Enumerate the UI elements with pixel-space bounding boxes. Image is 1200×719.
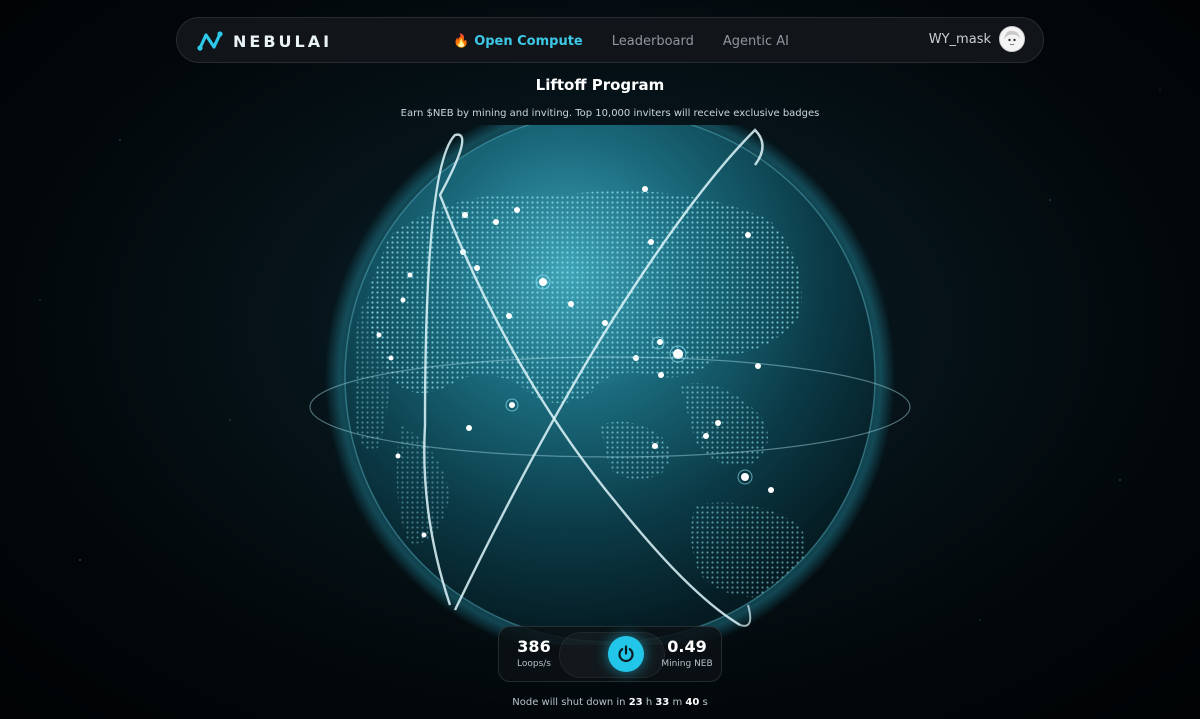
page-subtitle: Earn $NEB by mining and inviting. Top 10… xyxy=(400,108,820,119)
nav-open-compute[interactable]: 🔥 Open Compute xyxy=(453,34,583,49)
nebulai-logo-icon xyxy=(197,31,223,51)
user-menu[interactable]: WY_mask xyxy=(929,26,1025,52)
page-title: Liftoff Program xyxy=(535,76,665,94)
loops-value: 386 xyxy=(517,637,551,656)
power-button[interactable] xyxy=(608,636,644,672)
countdown-m: m xyxy=(672,697,683,708)
countdown-s: s xyxy=(702,697,708,708)
brand-name: NEBULAI xyxy=(233,31,333,51)
nav-open-compute-label: Open Compute xyxy=(474,33,583,49)
globe-visualization xyxy=(309,125,911,645)
nav-leaderboard-label: Leaderboard xyxy=(611,33,694,49)
mining-label: Mining NEB xyxy=(661,659,713,669)
nav-leaderboard[interactable]: Leaderboard xyxy=(612,34,694,49)
loops-stat: 386 Loops/s xyxy=(509,637,559,669)
mining-stat: 0.49 Mining NEB xyxy=(657,637,717,669)
countdown-hours: 23 xyxy=(628,697,643,708)
countdown-minutes: 33 xyxy=(655,697,670,708)
shutdown-countdown: Node will shut down in 23 h 33 m 40 s xyxy=(0,697,1200,708)
mining-stats-panel: 386 Loops/s 0.49 Mining NEB xyxy=(498,626,722,682)
nav-agentic-ai[interactable]: Agentic AI xyxy=(723,34,789,49)
avatar[interactable] xyxy=(999,26,1025,52)
loops-label: Loops/s xyxy=(517,659,551,669)
power-icon xyxy=(618,645,634,663)
countdown-seconds: 40 xyxy=(685,697,700,708)
shutdown-prefix: Node will shut down in xyxy=(512,697,626,708)
top-navigation-bar: NEBULAI 🔥 Open Compute Leaderboard Agent… xyxy=(176,17,1044,63)
mining-value: 0.49 xyxy=(667,637,707,656)
brand-logo[interactable]: NEBULAI xyxy=(197,30,332,52)
anime-avatar-icon xyxy=(1000,27,1024,51)
countdown-h: h xyxy=(645,697,653,708)
flame-icon: 🔥 xyxy=(453,33,470,49)
nav-agentic-ai-label: Agentic AI xyxy=(722,33,789,49)
nav-links: 🔥 Open Compute Leaderboard Agentic AI xyxy=(453,18,818,64)
username: WY_mask xyxy=(928,31,991,47)
